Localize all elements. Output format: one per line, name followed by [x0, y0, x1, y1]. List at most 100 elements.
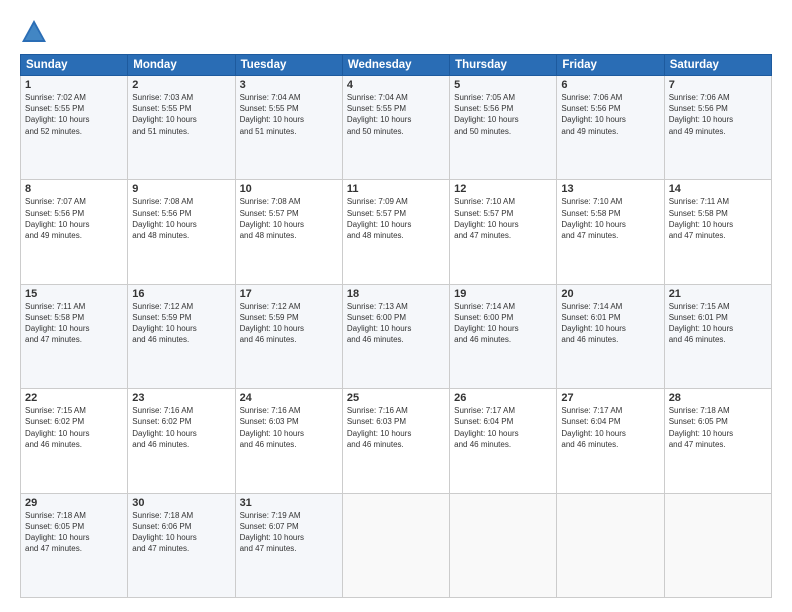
day-info: Sunrise: 7:02 AM Sunset: 5:55 PM Dayligh…: [25, 92, 123, 137]
day-info: Sunrise: 7:14 AM Sunset: 6:01 PM Dayligh…: [561, 301, 659, 346]
day-number: 25: [347, 392, 445, 404]
calendar-cell: 15Sunrise: 7:11 AM Sunset: 5:58 PM Dayli…: [21, 284, 128, 388]
calendar-cell: [557, 493, 664, 597]
day-number: 10: [240, 183, 338, 195]
day-info: Sunrise: 7:18 AM Sunset: 6:05 PM Dayligh…: [25, 510, 123, 555]
day-number: 23: [132, 392, 230, 404]
day-number: 30: [132, 497, 230, 509]
page-header: [20, 18, 772, 46]
day-number: 28: [669, 392, 767, 404]
day-number: 17: [240, 288, 338, 300]
calendar-cell: 8Sunrise: 7:07 AM Sunset: 5:56 PM Daylig…: [21, 180, 128, 284]
day-info: Sunrise: 7:15 AM Sunset: 6:02 PM Dayligh…: [25, 405, 123, 450]
column-header-wednesday: Wednesday: [342, 55, 449, 76]
day-number: 3: [240, 79, 338, 91]
day-number: 16: [132, 288, 230, 300]
day-number: 14: [669, 183, 767, 195]
day-info: Sunrise: 7:10 AM Sunset: 5:57 PM Dayligh…: [454, 196, 552, 241]
column-header-thursday: Thursday: [450, 55, 557, 76]
calendar-cell: 30Sunrise: 7:18 AM Sunset: 6:06 PM Dayli…: [128, 493, 235, 597]
calendar-cell: [664, 493, 771, 597]
calendar-cell: 16Sunrise: 7:12 AM Sunset: 5:59 PM Dayli…: [128, 284, 235, 388]
day-info: Sunrise: 7:07 AM Sunset: 5:56 PM Dayligh…: [25, 196, 123, 241]
calendar-cell: 17Sunrise: 7:12 AM Sunset: 5:59 PM Dayli…: [235, 284, 342, 388]
calendar-cell: 25Sunrise: 7:16 AM Sunset: 6:03 PM Dayli…: [342, 389, 449, 493]
day-number: 31: [240, 497, 338, 509]
calendar-cell: 23Sunrise: 7:16 AM Sunset: 6:02 PM Dayli…: [128, 389, 235, 493]
calendar-cell: 26Sunrise: 7:17 AM Sunset: 6:04 PM Dayli…: [450, 389, 557, 493]
logo-icon: [20, 18, 48, 46]
column-header-friday: Friday: [557, 55, 664, 76]
day-info: Sunrise: 7:15 AM Sunset: 6:01 PM Dayligh…: [669, 301, 767, 346]
day-number: 4: [347, 79, 445, 91]
day-number: 18: [347, 288, 445, 300]
column-header-tuesday: Tuesday: [235, 55, 342, 76]
day-info: Sunrise: 7:13 AM Sunset: 6:00 PM Dayligh…: [347, 301, 445, 346]
day-info: Sunrise: 7:05 AM Sunset: 5:56 PM Dayligh…: [454, 92, 552, 137]
day-number: 24: [240, 392, 338, 404]
day-info: Sunrise: 7:06 AM Sunset: 5:56 PM Dayligh…: [669, 92, 767, 137]
day-number: 1: [25, 79, 123, 91]
day-info: Sunrise: 7:17 AM Sunset: 6:04 PM Dayligh…: [454, 405, 552, 450]
logo: [20, 18, 52, 46]
calendar-cell: 19Sunrise: 7:14 AM Sunset: 6:00 PM Dayli…: [450, 284, 557, 388]
calendar-cell: 21Sunrise: 7:15 AM Sunset: 6:01 PM Dayli…: [664, 284, 771, 388]
day-info: Sunrise: 7:14 AM Sunset: 6:00 PM Dayligh…: [454, 301, 552, 346]
calendar-cell: 22Sunrise: 7:15 AM Sunset: 6:02 PM Dayli…: [21, 389, 128, 493]
day-number: 12: [454, 183, 552, 195]
day-number: 11: [347, 183, 445, 195]
day-info: Sunrise: 7:04 AM Sunset: 5:55 PM Dayligh…: [240, 92, 338, 137]
day-number: 22: [25, 392, 123, 404]
calendar-cell: 3Sunrise: 7:04 AM Sunset: 5:55 PM Daylig…: [235, 76, 342, 180]
day-number: 19: [454, 288, 552, 300]
column-header-monday: Monday: [128, 55, 235, 76]
calendar-cell: 6Sunrise: 7:06 AM Sunset: 5:56 PM Daylig…: [557, 76, 664, 180]
column-header-saturday: Saturday: [664, 55, 771, 76]
day-info: Sunrise: 7:16 AM Sunset: 6:03 PM Dayligh…: [240, 405, 338, 450]
day-number: 9: [132, 183, 230, 195]
day-number: 6: [561, 79, 659, 91]
day-info: Sunrise: 7:19 AM Sunset: 6:07 PM Dayligh…: [240, 510, 338, 555]
calendar-cell: 7Sunrise: 7:06 AM Sunset: 5:56 PM Daylig…: [664, 76, 771, 180]
calendar-table: SundayMondayTuesdayWednesdayThursdayFrid…: [20, 54, 772, 598]
calendar-cell: 11Sunrise: 7:09 AM Sunset: 5:57 PM Dayli…: [342, 180, 449, 284]
calendar-cell: 5Sunrise: 7:05 AM Sunset: 5:56 PM Daylig…: [450, 76, 557, 180]
calendar-cell: 2Sunrise: 7:03 AM Sunset: 5:55 PM Daylig…: [128, 76, 235, 180]
calendar-cell: 13Sunrise: 7:10 AM Sunset: 5:58 PM Dayli…: [557, 180, 664, 284]
calendar-cell: 18Sunrise: 7:13 AM Sunset: 6:00 PM Dayli…: [342, 284, 449, 388]
day-number: 15: [25, 288, 123, 300]
day-info: Sunrise: 7:12 AM Sunset: 5:59 PM Dayligh…: [132, 301, 230, 346]
day-info: Sunrise: 7:18 AM Sunset: 6:06 PM Dayligh…: [132, 510, 230, 555]
day-info: Sunrise: 7:17 AM Sunset: 6:04 PM Dayligh…: [561, 405, 659, 450]
day-info: Sunrise: 7:11 AM Sunset: 5:58 PM Dayligh…: [25, 301, 123, 346]
column-header-sunday: Sunday: [21, 55, 128, 76]
calendar-cell: 28Sunrise: 7:18 AM Sunset: 6:05 PM Dayli…: [664, 389, 771, 493]
calendar-cell: [450, 493, 557, 597]
calendar-cell: 14Sunrise: 7:11 AM Sunset: 5:58 PM Dayli…: [664, 180, 771, 284]
calendar-cell: 12Sunrise: 7:10 AM Sunset: 5:57 PM Dayli…: [450, 180, 557, 284]
day-number: 13: [561, 183, 659, 195]
calendar-cell: 27Sunrise: 7:17 AM Sunset: 6:04 PM Dayli…: [557, 389, 664, 493]
day-info: Sunrise: 7:06 AM Sunset: 5:56 PM Dayligh…: [561, 92, 659, 137]
day-info: Sunrise: 7:09 AM Sunset: 5:57 PM Dayligh…: [347, 196, 445, 241]
day-info: Sunrise: 7:10 AM Sunset: 5:58 PM Dayligh…: [561, 196, 659, 241]
calendar-cell: 20Sunrise: 7:14 AM Sunset: 6:01 PM Dayli…: [557, 284, 664, 388]
day-number: 5: [454, 79, 552, 91]
calendar-cell: 24Sunrise: 7:16 AM Sunset: 6:03 PM Dayli…: [235, 389, 342, 493]
day-info: Sunrise: 7:18 AM Sunset: 6:05 PM Dayligh…: [669, 405, 767, 450]
calendar-cell: 31Sunrise: 7:19 AM Sunset: 6:07 PM Dayli…: [235, 493, 342, 597]
calendar-cell: 10Sunrise: 7:08 AM Sunset: 5:57 PM Dayli…: [235, 180, 342, 284]
calendar-cell: 9Sunrise: 7:08 AM Sunset: 5:56 PM Daylig…: [128, 180, 235, 284]
calendar-cell: 4Sunrise: 7:04 AM Sunset: 5:55 PM Daylig…: [342, 76, 449, 180]
day-number: 20: [561, 288, 659, 300]
calendar-cell: 1Sunrise: 7:02 AM Sunset: 5:55 PM Daylig…: [21, 76, 128, 180]
day-number: 27: [561, 392, 659, 404]
day-number: 7: [669, 79, 767, 91]
day-info: Sunrise: 7:16 AM Sunset: 6:03 PM Dayligh…: [347, 405, 445, 450]
calendar-cell: 29Sunrise: 7:18 AM Sunset: 6:05 PM Dayli…: [21, 493, 128, 597]
day-info: Sunrise: 7:12 AM Sunset: 5:59 PM Dayligh…: [240, 301, 338, 346]
day-number: 2: [132, 79, 230, 91]
day-info: Sunrise: 7:08 AM Sunset: 5:56 PM Dayligh…: [132, 196, 230, 241]
day-number: 8: [25, 183, 123, 195]
day-info: Sunrise: 7:11 AM Sunset: 5:58 PM Dayligh…: [669, 196, 767, 241]
